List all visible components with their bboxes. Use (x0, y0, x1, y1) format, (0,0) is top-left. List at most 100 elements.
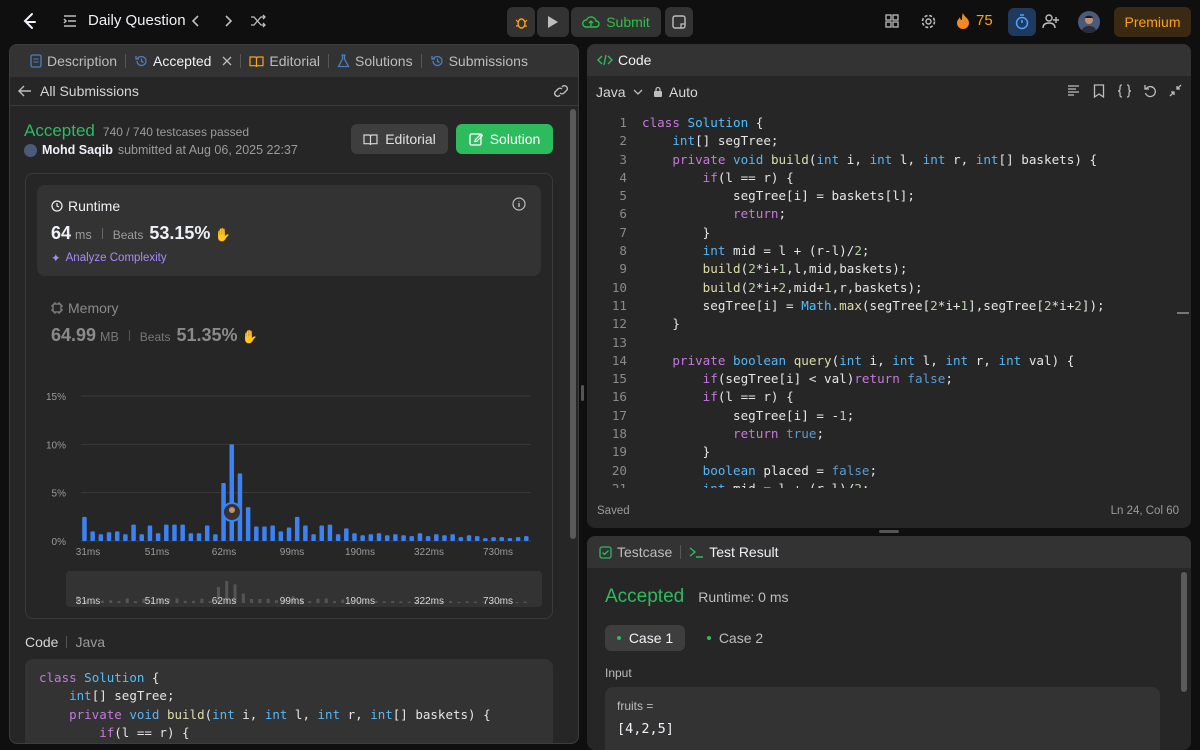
add-friend-icon[interactable] (1042, 13, 1060, 29)
scrollbar[interactable] (1177, 312, 1189, 314)
submit-button[interactable]: Submit (571, 7, 661, 37)
streak-counter[interactable]: 75 (956, 12, 993, 29)
histogram-bar (368, 534, 374, 541)
reset-icon[interactable] (1143, 84, 1157, 98)
note-icon (672, 15, 686, 29)
histogram-bar (278, 531, 284, 541)
editorial-button[interactable]: Editorial (351, 124, 448, 154)
overview-bar (324, 598, 328, 603)
tab-editorial[interactable]: Editorial (241, 45, 328, 77)
overview-bar (399, 601, 403, 603)
histogram-bar (401, 535, 406, 541)
scrollbar[interactable] (570, 109, 576, 539)
problem-list-button[interactable]: Daily Question (62, 12, 186, 29)
prev-problem-icon[interactable] (188, 13, 204, 29)
overview-bar (465, 601, 469, 603)
pass-dot-icon (616, 636, 621, 640)
braces-icon[interactable] (1117, 84, 1132, 98)
code-editor[interactable]: 123456789101112131415161718192021 class … (587, 114, 1191, 488)
language-select[interactable]: Java (596, 84, 643, 100)
shuffle-icon[interactable] (250, 13, 266, 29)
case-1-label: Case 1 (628, 630, 674, 646)
bookmark-icon[interactable] (1093, 84, 1105, 98)
auto-mode[interactable]: Auto (653, 84, 698, 100)
layout-icon[interactable] (884, 13, 900, 29)
terminal-icon (689, 546, 704, 558)
panel-resize-handle[interactable] (879, 530, 899, 533)
all-submissions-link[interactable]: All Submissions (18, 83, 139, 99)
code-preview-line: if(l == r) { (99, 724, 190, 740)
settings-gear-icon[interactable] (920, 13, 937, 30)
input-label: Input (605, 666, 632, 680)
scrollbar[interactable] (1181, 572, 1187, 692)
tab-accepted[interactable]: Accepted (126, 45, 240, 77)
tab-test-result-label: Test Result (709, 544, 779, 560)
collapse-icon[interactable] (1169, 84, 1182, 97)
x-tick-label: 730ms (483, 547, 513, 558)
histogram-bar (483, 538, 488, 541)
case-1-tab[interactable]: Case 1 (605, 625, 685, 651)
tab-test-result[interactable]: Test Result (681, 536, 786, 568)
histogram-bar (98, 534, 104, 541)
user-avatar[interactable] (1078, 11, 1100, 33)
overview-bar (250, 599, 254, 603)
tab-testcase[interactable]: Testcase (597, 536, 680, 568)
tab-submissions[interactable]: Submissions (422, 45, 536, 77)
test-result-panel: Testcase Test Result Accepted Runtime: 0… (587, 536, 1191, 750)
document-icon (30, 54, 42, 68)
author-name[interactable]: Mohd Saqib (42, 143, 113, 157)
result-runtime: Runtime: 0 ms (698, 589, 789, 605)
overview-bar (407, 601, 411, 603)
run-submit-group: Submit (507, 7, 661, 37)
tab-solutions[interactable]: Solutions (329, 45, 421, 77)
histogram-bar (352, 533, 357, 541)
x-tick-label: 62ms (212, 547, 236, 558)
timer-button[interactable] (1008, 8, 1036, 36)
leetcode-logo-icon[interactable] (20, 12, 40, 32)
result-status: Accepted (605, 586, 685, 607)
code-line: segTree[i] = -1; (642, 407, 855, 423)
histogram-bar (524, 536, 529, 541)
lock-icon (653, 86, 663, 98)
code-line: segTree[i] = Math.max(segTree[2*i+1],seg… (642, 297, 1105, 313)
overview-tick-label: 730ms (483, 596, 513, 607)
x-tick-label: 31ms (76, 547, 100, 558)
chevron-down-icon (633, 89, 643, 96)
line-number: 19 (611, 444, 627, 460)
input-variable-value: [4,2,5] (617, 721, 674, 737)
line-number: 1 (619, 115, 627, 130)
overview-bar (266, 598, 270, 603)
code-preview[interactable]: class Solution { int[] segTree; private … (25, 659, 553, 743)
edit-icon (469, 132, 483, 146)
run-button[interactable] (537, 7, 569, 37)
format-icon[interactable] (1067, 84, 1080, 97)
solution-button[interactable]: Solution (456, 124, 553, 154)
histogram-bar (450, 534, 455, 541)
histogram-bar (213, 534, 218, 541)
overview-bar (333, 601, 337, 603)
code-language-label: Java (75, 634, 106, 650)
close-tab-icon[interactable] (222, 56, 232, 66)
line-number: 16 (611, 389, 627, 405)
case-2-tab[interactable]: Case 2 (695, 625, 775, 651)
runtime-distribution-chart[interactable]: 15% 10% 5% 0% 31ms 51ms 62ms 99ms 190ms 322ms 730m… (26, 174, 554, 620)
overview-bar (117, 601, 121, 603)
overview-tick-label: 31ms (76, 596, 100, 607)
histogram-bar (458, 537, 464, 541)
arrow-left-icon (18, 85, 32, 97)
notes-button[interactable] (665, 7, 693, 37)
overview-bar (192, 600, 196, 603)
premium-button[interactable]: Premium (1114, 7, 1191, 37)
overview-bar (200, 598, 204, 603)
next-problem-icon[interactable] (220, 13, 236, 29)
line-number: 13 (611, 334, 627, 350)
vertical-resize-handle[interactable] (581, 385, 584, 401)
debug-button[interactable] (507, 7, 535, 37)
code-line: boolean placed = false; (702, 462, 878, 478)
line-number: 14 (611, 352, 627, 368)
y-tick-label: 0% (52, 537, 67, 548)
tab-description[interactable]: Description (22, 45, 125, 77)
code-editor-panel: Code Java Auto 1 2 3 4 5 6 7 8 9 10 11 12 13 14 15 16 17… (587, 44, 1191, 528)
code-line: } (642, 224, 711, 240)
share-link-icon[interactable] (553, 84, 569, 98)
